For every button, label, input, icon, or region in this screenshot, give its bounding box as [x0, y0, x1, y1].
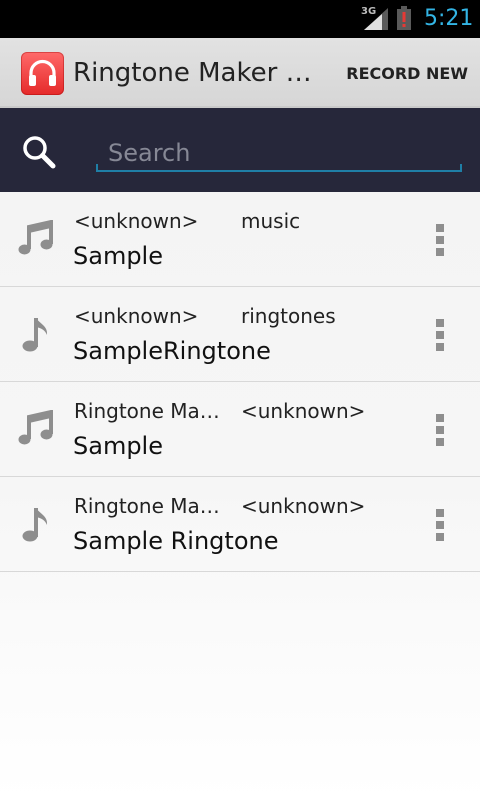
ringtone-list: <unknown> music Sample <unknown> rington… [0, 192, 480, 572]
item-title: SampleRingtone [73, 337, 271, 365]
item-album: <unknown> [241, 494, 366, 518]
search-input[interactable] [96, 136, 462, 172]
item-artist: Ringtone Maker Music [74, 494, 230, 518]
music-notes-icon [18, 220, 53, 255]
item-title: Sample Ringtone [73, 527, 279, 555]
overflow-menu-icon[interactable] [426, 222, 454, 258]
list-item[interactable]: Ringtone Maker Music <unknown> Sample [0, 382, 480, 477]
list-item[interactable]: <unknown> ringtones SampleRingtone [0, 287, 480, 382]
headphones-icon[interactable] [21, 52, 64, 95]
item-title: Sample [73, 432, 163, 460]
action-bar: Ringtone Maker Music RECORD NEW [0, 38, 480, 108]
list-item[interactable]: <unknown> music Sample [0, 192, 480, 287]
status-bar: 3G 5:21 [0, 0, 480, 38]
overflow-menu-icon[interactable] [426, 412, 454, 448]
list-item[interactable]: Ringtone Maker Music <unknown> Sample Ri… [0, 477, 480, 572]
music-note-icon [22, 318, 48, 352]
item-title: Sample [73, 242, 163, 270]
music-notes-icon [18, 410, 53, 445]
search-input-left-edge [96, 164, 98, 172]
clock-time: 5:21 [424, 6, 474, 31]
record-new-button[interactable]: RECORD NEW [346, 62, 468, 86]
item-artist: Ringtone Maker Music [74, 399, 230, 423]
music-note-icon [22, 508, 48, 542]
battery-alert-icon [397, 6, 411, 30]
signal-icon [364, 8, 388, 30]
item-artist: <unknown> [74, 304, 199, 328]
item-artist: <unknown> [74, 209, 199, 233]
overflow-menu-icon[interactable] [426, 507, 454, 543]
search-icon[interactable] [21, 134, 57, 170]
overflow-menu-icon[interactable] [426, 317, 454, 353]
app-title: Ringtone Maker Music [73, 58, 333, 88]
search-input-right-edge [460, 164, 462, 172]
item-album: <unknown> [241, 399, 366, 423]
item-album: ringtones [241, 304, 336, 328]
item-album: music [241, 209, 301, 233]
